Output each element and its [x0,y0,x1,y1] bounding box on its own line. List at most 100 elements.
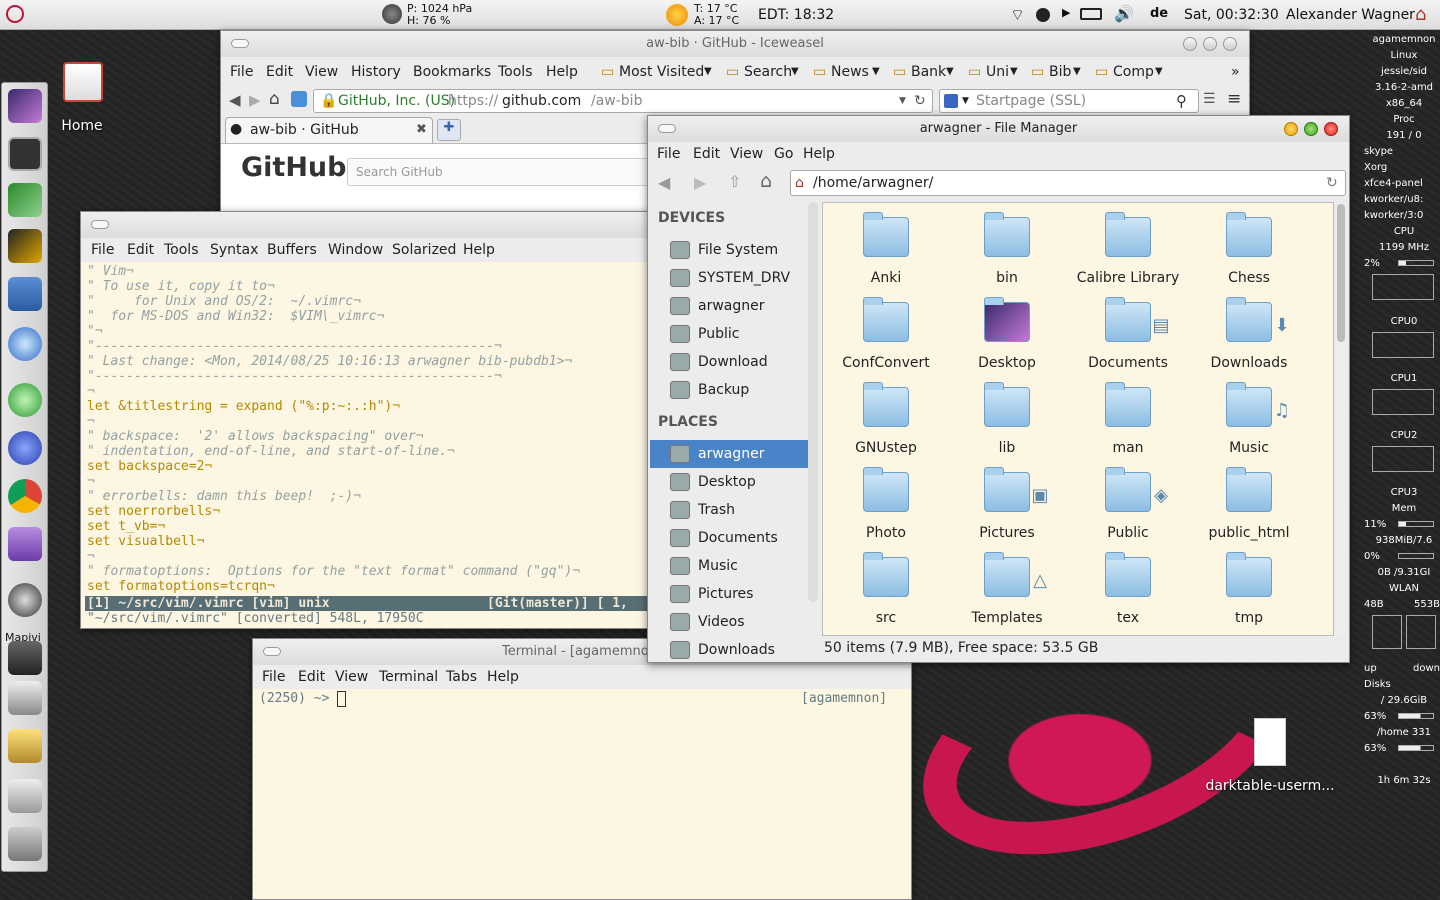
vim-menu-syntax[interactable]: Syntax [210,238,258,262]
sidebar-item-trash[interactable]: Trash [650,496,808,524]
gimp-alt-icon[interactable] [8,729,42,763]
sidebar-item-desktop[interactable]: Desktop [650,468,808,496]
menu-bookmarks[interactable]: Bookmarks [413,59,491,85]
document-icon[interactable] [1254,718,1286,766]
gimp-icon[interactable] [8,681,42,715]
folder-item[interactable]: ▤ Documents [1073,297,1183,382]
folder-item[interactable]: △ Templates [952,552,1062,635]
folder-item[interactable]: ▣ Pictures [952,467,1062,552]
rss-icon[interactable]: ☰ [1203,91,1216,107]
term-menu-edit[interactable]: Edit [298,665,325,689]
folder-item[interactable]: tex [1073,552,1183,635]
folder-item[interactable]: public_html [1194,467,1304,552]
fm-menu-help[interactable]: Help [803,142,835,166]
folder-item[interactable]: GNUstep [831,382,941,467]
bookmark-comp[interactable]: Comp [1113,59,1154,85]
back-icon[interactable]: ◀ [229,91,241,109]
bookmark-uni[interactable]: Uni [986,59,1009,85]
tab-aw-bib[interactable]: ● aw-bib · GitHub ✖ [225,117,433,143]
reload-icon[interactable]: ↻ [1326,171,1338,195]
home-icon[interactable]: ⌂ [760,170,772,192]
forward-icon[interactable]: ▶ [694,173,706,192]
home-icon[interactable]: ⌂ [1415,4,1426,25]
maximize-button[interactable] [1304,122,1318,136]
keyboard-layout[interactable]: de [1150,6,1168,21]
search-icon[interactable]: ⚲ [1176,90,1187,112]
close-button[interactable] [1324,122,1338,136]
term-menu-help[interactable]: Help [487,665,519,689]
overflow-chevron-icon[interactable]: » [1231,59,1240,85]
vim-menu-edit[interactable]: Edit [127,238,154,262]
forward-icon[interactable]: ▶ [249,91,261,109]
new-tab-button[interactable]: ✚ [437,119,461,141]
bookmark-search[interactable]: Search [744,59,792,85]
url-dropdown-icon[interactable]: ▼ [899,90,906,112]
sidebar-item-music[interactable]: Music [650,552,808,580]
vim-menu-help[interactable]: Help [463,238,495,262]
folder-item[interactable]: tmp [1194,552,1304,635]
sidebar-item-downloads[interactable]: Downloads [650,636,808,662]
bookmark-news[interactable]: News [831,59,869,85]
text-editor-icon[interactable] [8,779,42,813]
sidebar-item-documents[interactable]: Documents [650,524,808,552]
network-status-icon[interactable] [1036,8,1050,22]
sidebar-item-arwagner[interactable]: arwagner [650,440,808,468]
folder-item[interactable]: Desktop [952,297,1062,382]
darktable-file-label[interactable]: darktable-userm... [1200,778,1340,794]
sidebar-item-arwagner[interactable]: arwagner [650,292,808,320]
username[interactable]: Alexander Wagner [1286,7,1415,23]
url-bar[interactable]: 🔒 GitHub, Inc. (US) https:// github.com … [313,89,933,113]
folder-item[interactable]: man [1073,382,1183,467]
menu-view[interactable]: View [305,59,338,85]
compass-icon[interactable] [8,327,42,361]
term-menu-terminal[interactable]: Terminal [379,665,438,689]
fm-menu-edit[interactable]: Edit [693,142,720,166]
github-logo[interactable]: GitHub [241,152,346,183]
volume-icon[interactable]: 🔊 [1114,4,1134,23]
fm-menu-file[interactable]: File [657,142,680,166]
feed-icon[interactable] [291,91,307,107]
site-identity[interactable]: GitHub, Inc. (US) [338,90,455,112]
gvim-titlebar[interactable] [81,212,669,238]
globe-icon[interactable] [8,383,42,417]
play-icon[interactable]: ▶ [1062,6,1070,19]
aperture-icon[interactable] [8,583,42,617]
folder-item[interactable]: ♫ Music [1194,382,1304,467]
sidebar-item-pictures[interactable]: Pictures [650,580,808,608]
fm-icon-view[interactable]: Anki bin Calibre Library Chess ConfConvert De… [822,202,1334,636]
minimize-button[interactable] [1284,122,1298,136]
browser-titlebar[interactable]: aw-bib · GitHub - Iceweasel [221,31,1249,57]
vim-menu-tools[interactable]: Tools [164,238,199,262]
term-menu-tabs[interactable]: Tabs [446,665,477,689]
window-menu-button[interactable] [231,39,249,48]
path-bar[interactable]: ⌂ /home/arwagner/ ↻ [790,170,1346,196]
up-icon[interactable]: ⇧ [728,172,741,191]
bookmark-bank[interactable]: Bank [911,59,946,85]
terminal-icon[interactable] [8,137,42,171]
menu-edit[interactable]: Edit [266,59,293,85]
window-menu-button[interactable] [91,220,109,229]
folder-item[interactable]: Anki [831,212,941,297]
folder-item[interactable]: ⬇ Downloads [1194,297,1304,382]
camera-icon[interactable] [8,641,42,675]
folder-item[interactable]: ◈ Public [1073,467,1183,552]
term-menu-file[interactable]: File [262,665,285,689]
battery-icon[interactable] [1080,8,1102,20]
back-icon[interactable]: ◀ [658,173,670,192]
window-menu-button[interactable] [658,124,676,133]
sidebar-item-download[interactable]: Download [650,348,808,376]
panel-clock[interactable]: Sat, 00:32:30 [1184,7,1279,23]
desktop-preview-icon[interactable] [8,89,42,123]
pidgin-icon[interactable] [8,527,42,561]
folder-item[interactable]: Calibre Library [1073,212,1183,297]
menu-history[interactable]: History [351,59,401,85]
bookmark-bib[interactable]: Bib [1049,59,1071,85]
home-desktop-label[interactable]: Home [60,118,104,134]
term-menu-view[interactable]: View [335,665,368,689]
bookmark-star-icon[interactable] [8,277,42,311]
vim-menu-solarized[interactable]: Solarized [392,238,456,262]
folder-item[interactable]: bin [952,212,1062,297]
sidebar-item-backup[interactable]: Backup [650,376,808,404]
sidebar-item-public[interactable]: Public [650,320,808,348]
window-menu-button[interactable] [263,647,281,656]
